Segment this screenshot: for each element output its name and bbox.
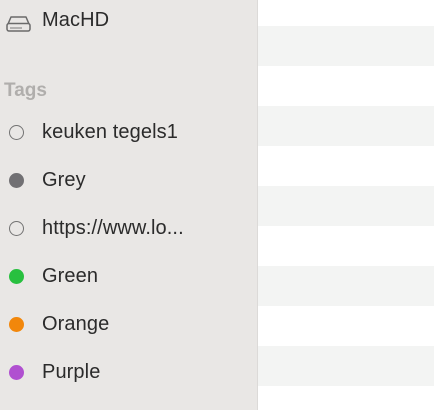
tag-green-dot-icon (9, 268, 24, 284)
tag-grey-dot-icon (9, 172, 24, 188)
tags-section-header: Tags (4, 80, 47, 101)
sidebar-tag-orange[interactable]: Orange (0, 308, 257, 340)
tag-purple-dot-icon (9, 364, 24, 380)
list-row-stripe (258, 346, 434, 386)
tag-empty-circle-icon (9, 220, 24, 236)
tag-label: keuken tegels1 (42, 120, 178, 143)
tag-label: Green (42, 264, 99, 287)
list-row-stripe (258, 106, 434, 146)
tag-label: Orange (42, 312, 110, 335)
list-row-stripe (258, 186, 434, 226)
sidebar-tag-grey[interactable]: Grey (0, 164, 257, 196)
sidebar-tag-green[interactable]: Green (0, 260, 257, 292)
tag-label: Grey (42, 168, 86, 191)
list-row-stripe (258, 266, 434, 306)
sidebar: MacHD Tags keuken tegels1 Grey https://w… (0, 0, 258, 410)
file-list-area[interactable] (258, 0, 434, 410)
tag-label: Purple (42, 360, 101, 383)
tag-empty-circle-icon (9, 124, 24, 140)
finder-window: MacHD Tags keuken tegels1 Grey https://w… (0, 0, 434, 410)
list-row-stripe (258, 26, 434, 66)
sidebar-tag-url[interactable]: https://www.lo... (0, 212, 257, 244)
sidebar-item-label: MacHD (42, 8, 110, 31)
tag-label: https://www.lo... (42, 216, 184, 239)
sidebar-tag-purple[interactable]: Purple (0, 356, 257, 388)
tag-orange-dot-icon (9, 316, 24, 332)
sidebar-item-machd[interactable]: MacHD (0, 4, 257, 36)
sidebar-tag-keuken-tegels1[interactable]: keuken tegels1 (0, 116, 257, 148)
